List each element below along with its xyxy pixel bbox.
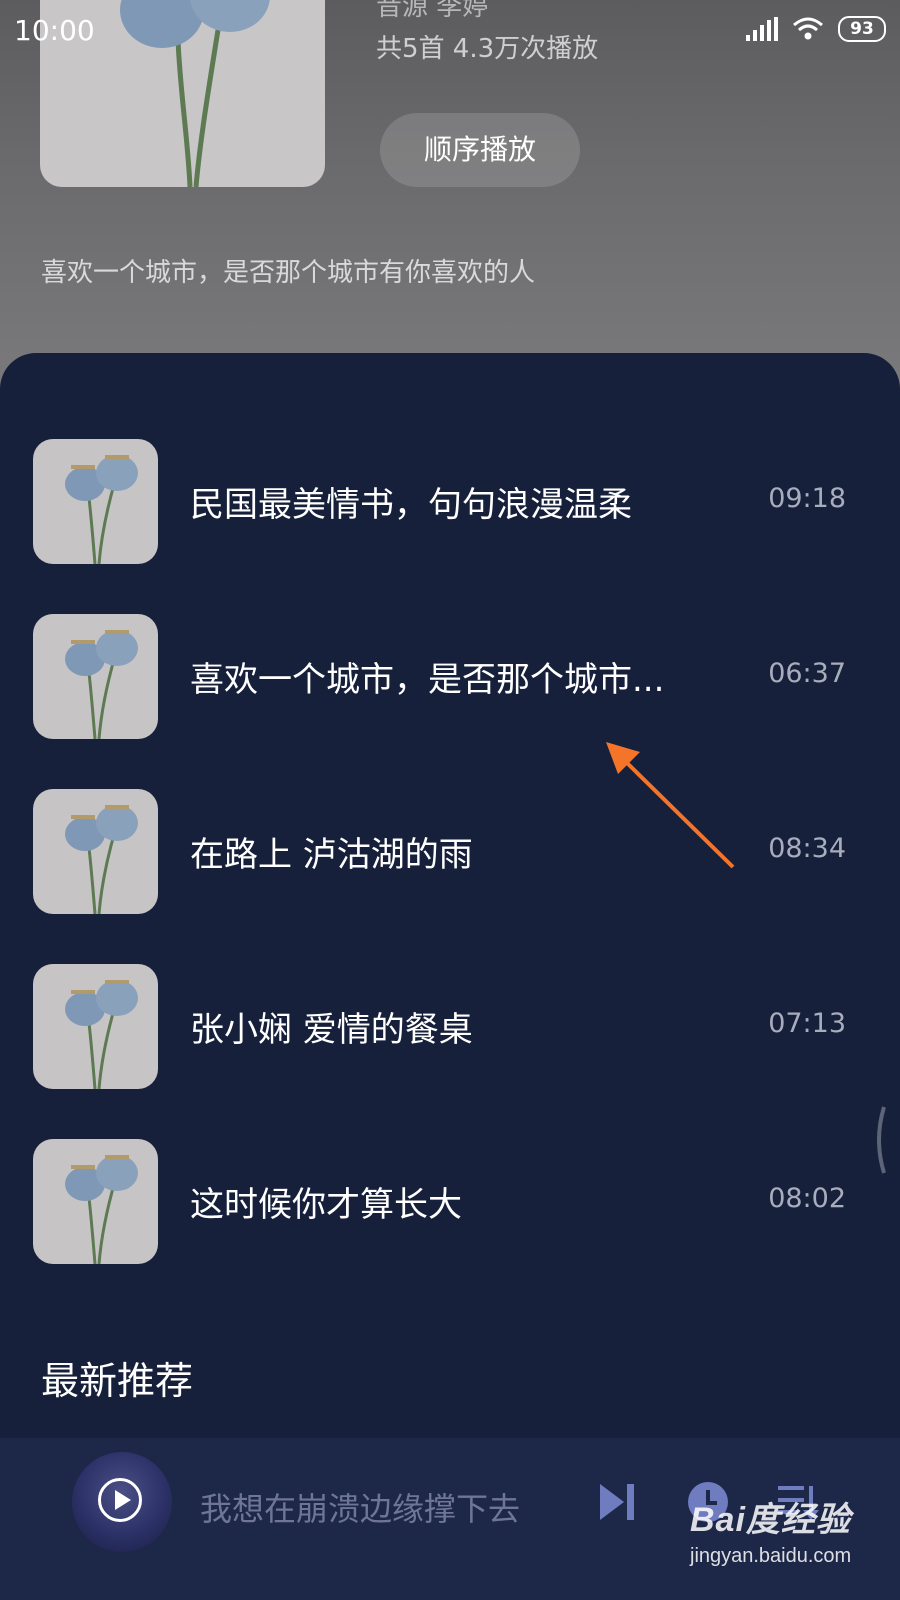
now-playing-title[interactable]: 我想在崩溃边缘撑下去 <box>200 1484 520 1530</box>
track-duration: 08:34 <box>768 833 846 864</box>
mini-player[interactable]: 我想在崩溃边缘撑下去 Bai度经验 jingyan.baidu.com <box>0 1438 900 1600</box>
track-title: 喜欢一个城市，是否那个城市... <box>190 660 665 700</box>
section-title: 最新推荐 <box>41 1359 194 1403</box>
track-row[interactable]: 张小娴 爱情的餐桌 07:13 <box>0 964 900 1089</box>
track-duration: 08:02 <box>768 1183 846 1214</box>
baidu-jingyan-watermark: Bai度经验 jingyan.baidu.com <box>690 1492 851 1568</box>
track-thumbnail[interactable] <box>33 614 158 739</box>
track-thumbnail[interactable] <box>33 964 158 1089</box>
track-row[interactable]: 在路上 泸沽湖的雨 08:34 <box>0 789 900 914</box>
track-title: 张小娴 爱情的餐桌 <box>190 1010 473 1050</box>
track-thumbnail[interactable] <box>33 1139 158 1264</box>
watermark-url: jingyan.baidu.com <box>690 1545 852 1567</box>
play-order-button[interactable]: 顺序播放 <box>380 113 580 187</box>
track-row[interactable]: 这时候你才算长大 08:02 <box>0 1139 900 1264</box>
track-duration: 06:37 <box>768 658 846 689</box>
next-track-icon[interactable] <box>598 1480 638 1524</box>
annotation-arrow <box>600 740 740 884</box>
album-description: 喜欢一个城市，是否那个城市有你喜欢的人 <box>41 258 536 288</box>
track-title: 这时候你才算长大 <box>190 1185 462 1225</box>
battery-icon: 93 <box>838 16 886 42</box>
play-icon[interactable] <box>98 1478 142 1522</box>
track-row[interactable]: 民国最美情书，句句浪漫温柔 09:18 <box>0 439 900 564</box>
status-time: 10:00 <box>14 14 95 47</box>
track-row[interactable]: 喜欢一个城市，是否那个城市... 06:37 <box>0 614 900 739</box>
track-duration: 09:18 <box>768 483 846 514</box>
watermark-logo: Bai度经验 <box>690 1501 851 1539</box>
status-bar: 10:00 93 <box>0 0 900 64</box>
track-thumbnail[interactable] <box>33 789 158 914</box>
side-drawer-handle[interactable] <box>872 1105 886 1179</box>
wifi-icon <box>793 17 823 40</box>
track-title: 民国最美情书，句句浪漫温柔 <box>190 485 632 525</box>
signal-icon <box>746 17 778 41</box>
track-thumbnail[interactable] <box>33 439 158 564</box>
track-duration: 07:13 <box>768 1008 846 1039</box>
now-playing-cover[interactable] <box>72 1452 172 1552</box>
